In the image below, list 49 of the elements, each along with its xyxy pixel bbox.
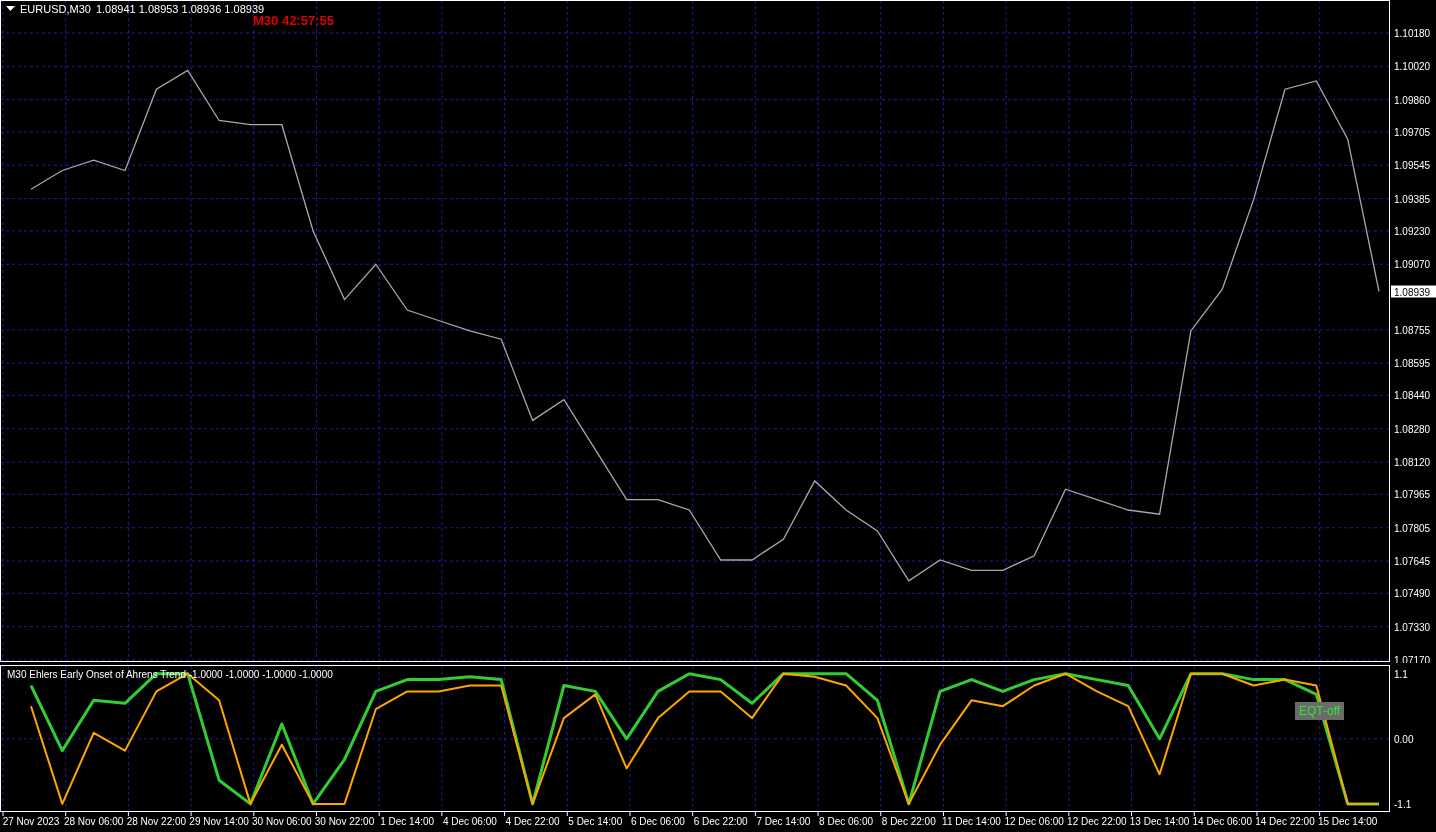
caret-icon[interactable] xyxy=(6,6,15,12)
time-axis-label: 30 Nov 22:00 xyxy=(314,816,375,827)
axis-label: 1.09860 xyxy=(1394,94,1431,106)
axis-label: 1.09705 xyxy=(1394,126,1431,138)
time-axis-label: 15 Dec 14:00 xyxy=(1317,816,1378,827)
axis-label: 0.00 xyxy=(1394,733,1414,745)
time-axis-label: 8 Dec 06:00 xyxy=(819,816,874,827)
eqt-toggle-button[interactable]: EQT-off xyxy=(1295,702,1345,720)
time-axis-label: 13 Dec 14:00 xyxy=(1129,816,1190,827)
time-axis-label: 12 Dec 22:00 xyxy=(1067,816,1127,827)
axis-label: 1.07965 xyxy=(1394,489,1431,501)
time-axis-label: 5 Dec 14:00 xyxy=(568,816,623,827)
time-axis-label: 14 Dec 22:00 xyxy=(1255,816,1315,827)
axis-label: 1.09385 xyxy=(1394,193,1431,205)
axis-label: 1.07330 xyxy=(1394,621,1431,633)
time-axis-label: 6 Dec 22:00 xyxy=(693,816,748,827)
axis-label: 1.08440 xyxy=(1394,390,1431,402)
axis-label: 1.08755 xyxy=(1394,324,1431,336)
time-axis-label: 7 Dec 14:00 xyxy=(756,816,811,827)
time-axis-label: 30 Nov 06:00 xyxy=(252,816,312,827)
time-axis-label: 4 Dec 22:00 xyxy=(505,816,560,827)
time-axis-label: 1 Dec 14:00 xyxy=(380,816,435,827)
current-price-label: 1.08939 xyxy=(1391,285,1436,298)
axis-label: 1.1 xyxy=(1394,668,1408,680)
axis-label: -1.1 xyxy=(1394,798,1412,810)
ohlc-values: 1.08941 1.08953 1.08936 1.08939 xyxy=(95,3,265,15)
axis-label: 1.07805 xyxy=(1394,522,1431,534)
axis-label: 1.08120 xyxy=(1394,457,1431,469)
axis-label: 1.08280 xyxy=(1394,423,1431,435)
time-axis-label: 29 Nov 14:00 xyxy=(189,816,249,827)
symbol-label: EURUSD,M30 xyxy=(20,3,91,15)
time-axis-label: 8 Dec 22:00 xyxy=(881,816,936,827)
time-axis-label: 27 Nov 2023 xyxy=(2,816,60,827)
time-axis-label: 28 Nov 22:00 xyxy=(126,816,187,827)
time-axis-label: 28 Nov 06:00 xyxy=(63,816,124,827)
axis-label: 1.07645 xyxy=(1394,556,1431,568)
time-axis-label: 6 Dec 06:00 xyxy=(631,816,685,827)
axis-label: 1.10180 xyxy=(1394,28,1431,39)
time-axis-label: 4 Dec 06:00 xyxy=(442,816,497,827)
time-axis-label: 11 Dec 14:00 xyxy=(942,816,1001,827)
time-axis-label: 14 Dec 06:00 xyxy=(1192,816,1252,827)
axis-label: 1.09230 xyxy=(1394,225,1431,237)
timer-label: M30 42:57:55 xyxy=(253,13,334,28)
axis-label: 1.10020 xyxy=(1394,61,1431,73)
time-axis-label: 12 Dec 06:00 xyxy=(1004,816,1064,827)
axis-label: 1.08595 xyxy=(1394,358,1431,370)
axis-label: 1.09545 xyxy=(1394,160,1431,172)
axis-label: 1.07490 xyxy=(1394,588,1431,600)
axis-label: 1.09070 xyxy=(1394,259,1431,271)
